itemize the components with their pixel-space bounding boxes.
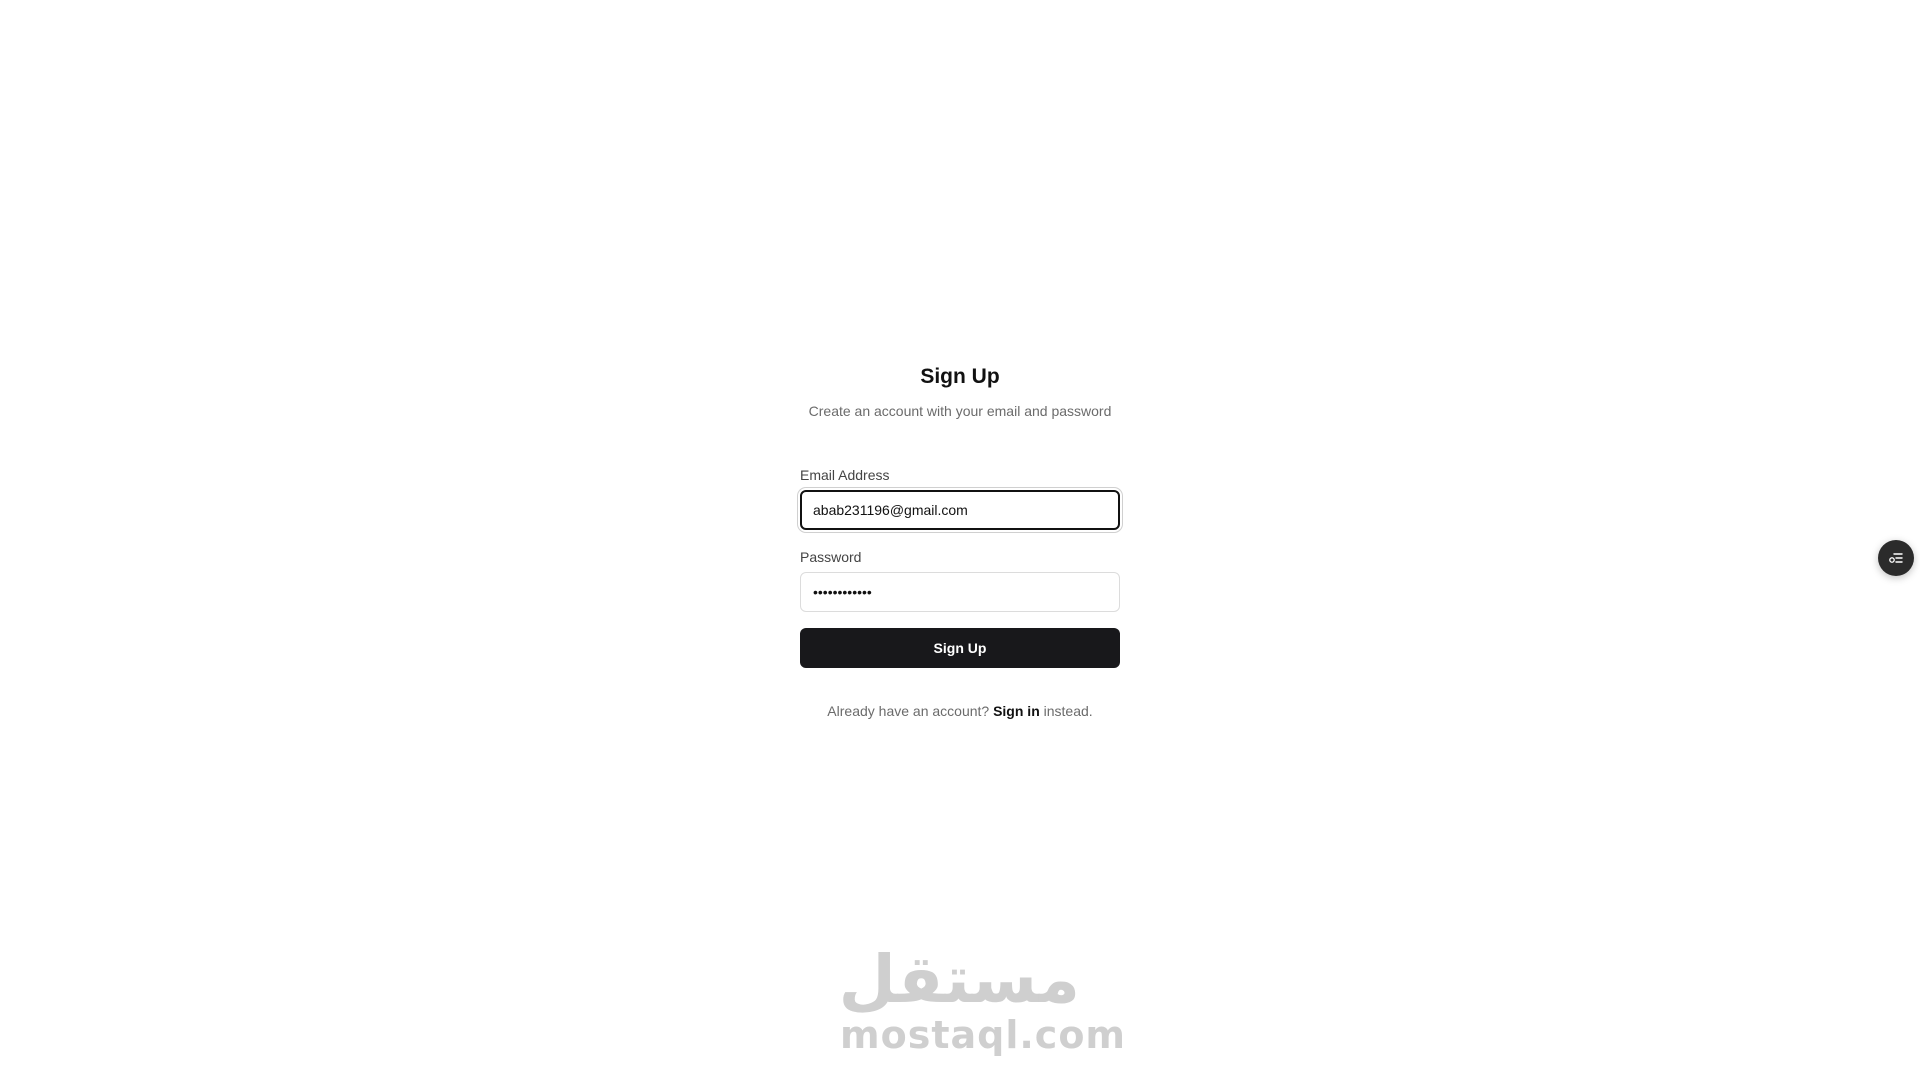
sign-in-prompt: Already have an account? Sign in instead… [800,702,1120,720]
watermark-latin-logo: mostaql.com [840,1013,1127,1057]
password-field[interactable] [800,572,1120,612]
sign-in-prompt-prefix: Already have an account? [827,703,990,719]
mostaql-watermark: مستقل mostaql.com [838,941,1127,1065]
sign-in-prompt-suffix: instead. [1043,703,1093,719]
floating-menu-button[interactable] [1878,540,1914,576]
password-label: Password [800,549,862,565]
list-settings-icon [1889,553,1903,563]
watermark-arabic-logo: مستقل [838,941,1080,1018]
email-field[interactable] [800,490,1120,530]
email-label: Email Address [800,467,890,483]
sign-up-button[interactable]: Sign Up [800,628,1120,668]
page-subtitle: Create an account with your email and pa… [808,403,1112,419]
sign-in-link[interactable]: Sign in [993,703,1040,719]
page-title: Sign Up [920,365,1000,388]
signup-page: Sign Up Create an account with your emai… [0,0,1920,1080]
signup-form: Sign Up Create an account with your emai… [800,362,1120,720]
